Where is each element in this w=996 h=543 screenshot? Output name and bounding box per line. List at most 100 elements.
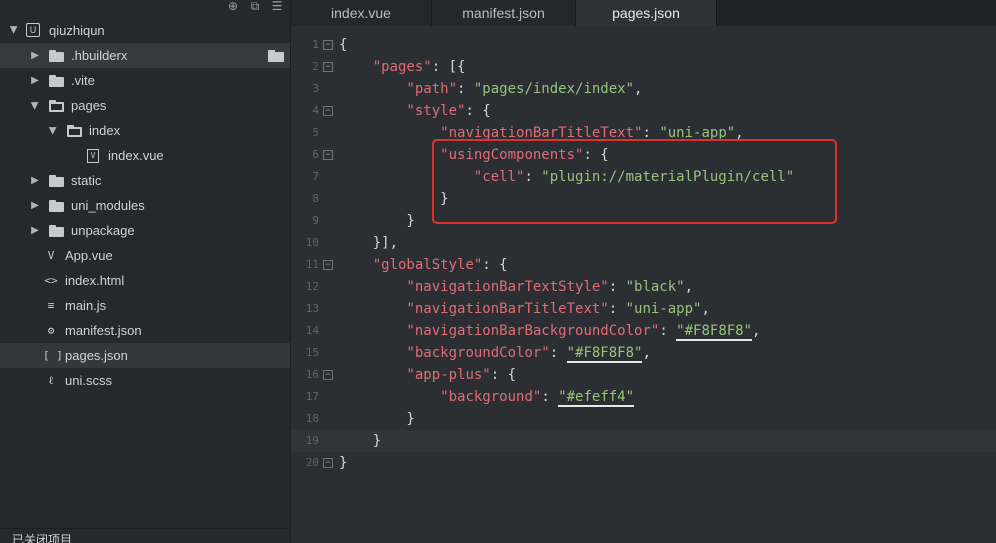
file-item[interactable]: ⚙ manifest.json <box>0 318 290 343</box>
line-number: 12 <box>305 280 319 293</box>
code-text: "navigationBarTextStyle": "black", <box>339 276 693 298</box>
code-line[interactable]: 19 } <box>291 430 996 452</box>
line-number: 13 <box>305 302 319 315</box>
open-folder-icon[interactable] <box>268 50 284 62</box>
file-icon: [ ] <box>43 349 63 362</box>
chevron-right-icon[interactable]: ▶ <box>29 50 41 62</box>
chevron-down-icon[interactable]: ▶ <box>47 125 59 137</box>
fold-toggle-icon[interactable]: − <box>323 62 333 72</box>
folder-item[interactable]: ▶ pages <box>0 93 290 118</box>
chevron-right-icon[interactable]: ▶ <box>29 75 41 87</box>
code-line[interactable]: 1−{ <box>291 34 996 56</box>
json-key: "navigationBarTextStyle" <box>406 279 609 295</box>
editor-tabs: index.vue manifest.json pages.json <box>291 0 996 26</box>
line-number: 3 <box>312 82 319 95</box>
code-text: "path": "pages/index/index", <box>339 78 642 100</box>
code-line[interactable]: 11− "globalStyle": { <box>291 254 996 276</box>
line-number: 17 <box>305 390 319 403</box>
fold-toggle-icon[interactable]: − <box>323 458 333 468</box>
line-number: 20 <box>305 456 319 469</box>
item-label: .vite <box>71 73 95 88</box>
project-root[interactable]: ▶ U qiuzhiqun <box>0 17 290 43</box>
code-line[interactable]: 20−} <box>291 452 996 474</box>
folder-item[interactable]: ▶ static <box>0 168 290 193</box>
chevron-right-icon[interactable]: ▶ <box>29 225 41 237</box>
folder-item[interactable]: ▶ .hbuilderx <box>0 43 290 68</box>
code-line[interactable]: 4− "style": { <box>291 100 996 122</box>
json-key: "globalStyle" <box>372 257 483 273</box>
folder-item[interactable]: ▶ uni_modules <box>0 193 290 218</box>
code-text: } <box>339 408 414 430</box>
json-punct <box>339 367 406 383</box>
folder-open-icon <box>49 99 65 112</box>
json-punct: : <box>608 301 626 317</box>
chevron-down-icon[interactable]: ▶ <box>29 100 41 112</box>
code-line[interactable]: 12 "navigationBarTextStyle": "black", <box>291 276 996 298</box>
project-explorer: ⊕ ⧉ ☰ ▶ U qiuzhiqun ▶ .hbuilderx ▶ .vite ▶ pa… <box>0 0 291 543</box>
item-label: .hbuilderx <box>71 48 128 63</box>
collapse-all-icon[interactable]: ⧉ <box>248 0 262 14</box>
json-punct: } <box>339 213 415 229</box>
code-line[interactable]: 13 "navigationBarTitleText": "uni-app", <box>291 298 996 320</box>
menu-icon[interactable]: ☰ <box>270 0 284 14</box>
item-label: pages <box>71 98 107 113</box>
fold-toggle-icon[interactable]: − <box>323 370 333 380</box>
fold-toggle-icon[interactable]: − <box>323 260 333 270</box>
folder-icon <box>49 174 65 187</box>
file-tree: ▶ U qiuzhiqun ▶ .hbuilderx ▶ .vite ▶ pages ▶ in… <box>0 17 290 393</box>
json-key: "backgroundColor" <box>406 345 550 361</box>
closed-projects[interactable]: 已关闭项目 <box>0 528 290 543</box>
item-label: unpackage <box>71 223 135 238</box>
fold-toggle-icon[interactable]: − <box>323 106 333 116</box>
json-key: "pages" <box>372 59 432 75</box>
line-number: 10 <box>305 236 319 249</box>
code-line[interactable]: 18 } <box>291 408 996 430</box>
file-item[interactable]: Vindex.vue <box>0 143 290 168</box>
locate-icon[interactable]: ⊕ <box>226 0 240 14</box>
line-number: 2 <box>312 60 319 73</box>
line-number: 14 <box>305 324 319 337</box>
code-editor[interactable]: 1−{2− "pages": [{3 "path": "pages/index/… <box>291 26 996 543</box>
code-line[interactable]: 14 "navigationBarBackgroundColor": "#F8F… <box>291 320 996 342</box>
folder-item[interactable]: ▶ .vite <box>0 68 290 93</box>
folder-item[interactable]: ▶ unpackage <box>0 218 290 243</box>
json-punct: , <box>684 279 694 295</box>
file-item[interactable]: ≡ main.js <box>0 293 290 318</box>
folder-item[interactable]: ▶ index <box>0 118 290 143</box>
folder-icon <box>49 224 65 237</box>
code-line[interactable]: 3 "path": "pages/index/index", <box>291 78 996 100</box>
code-line[interactable]: 2− "pages": [{ <box>291 56 996 78</box>
json-punct <box>339 59 373 75</box>
code-line[interactable]: 15 "backgroundColor": "#F8F8F8", <box>291 342 996 364</box>
folder-open-icon <box>67 124 83 137</box>
tab-pages-json[interactable]: pages.json <box>576 0 717 26</box>
json-punct <box>339 103 406 119</box>
json-punct: , <box>701 301 710 317</box>
file-icon: ℓ <box>48 374 54 387</box>
project-name: qiuzhiqun <box>49 22 105 38</box>
chevron-right-icon[interactable]: ▶ <box>29 175 41 187</box>
file-item[interactable]: V App.vue <box>0 243 290 268</box>
file-item[interactable]: ℓ uni.scss <box>0 368 290 393</box>
tab-manifest-json[interactable]: manifest.json <box>432 0 576 26</box>
code-line[interactable]: 10 }], <box>291 232 996 254</box>
fold-toggle-icon[interactable]: − <box>323 40 333 50</box>
file-item[interactable]: <> index.html <box>0 268 290 293</box>
chevron-right-icon[interactable]: ▶ <box>29 200 41 212</box>
code-text: }], <box>339 232 398 254</box>
chevron-down-icon[interactable]: ▶ <box>8 24 20 36</box>
file-item[interactable]: [ ] pages.json <box>0 343 290 368</box>
fold-toggle-icon[interactable]: − <box>323 150 333 160</box>
json-punct <box>339 323 406 339</box>
code-text: } <box>339 452 347 474</box>
code-line[interactable]: 16− "app-plus": { <box>291 364 996 386</box>
json-key: "navigationBarTitleText" <box>406 301 609 317</box>
line-number: 1 <box>312 38 319 51</box>
folder-icon <box>49 49 65 62</box>
code-text: "style": { <box>339 100 490 122</box>
code-text: { <box>339 34 347 56</box>
tab-index-vue[interactable]: index.vue <box>291 0 432 26</box>
code-text: "app-plus": { <box>339 364 516 386</box>
code-line[interactable]: 17 "background": "#efeff4" <box>291 386 996 408</box>
json-punct: } <box>339 433 382 449</box>
